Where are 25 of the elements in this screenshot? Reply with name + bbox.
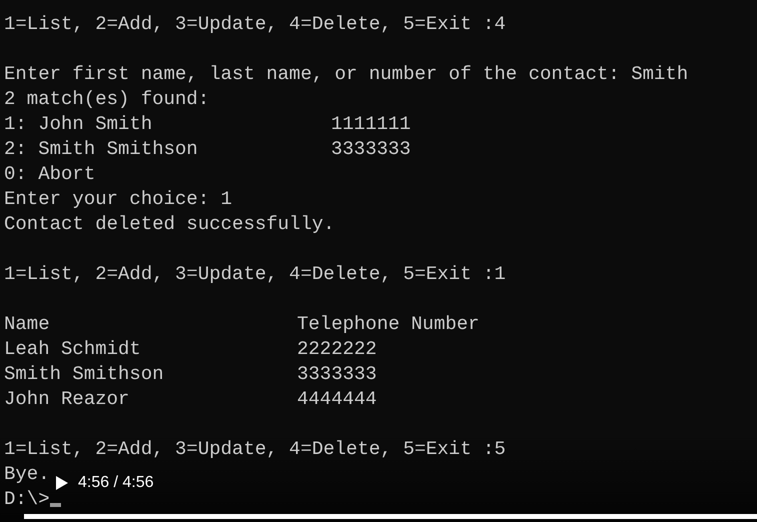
console-line: Enter your choice: 1: [4, 187, 232, 212]
console-line: Enter first name, last name, or number of the contact: Smith: [4, 62, 688, 87]
command-prompt: D:\>: [4, 487, 50, 512]
table-cell-text: Smith Smithson: [4, 362, 165, 387]
table-cell-text: John Reazor: [4, 387, 130, 412]
text-cursor: [50, 503, 61, 507]
table-cell: 2222222: [297, 337, 377, 362]
play-icon[interactable]: [56, 476, 68, 490]
console-line: 1=List, 2=Add, 3=Update, 4=Delete, 5=Exit :5: [4, 437, 506, 462]
console-line: 2 match(es) found:: [4, 87, 210, 112]
console-line: 1=List, 2=Add, 3=Update, 4=Delete, 5=Exit :1: [4, 262, 506, 287]
console-line: Contact deleted successfully.: [4, 212, 335, 237]
table-cell: 3333333: [297, 362, 377, 387]
table-cell-text: Leah Schmidt: [4, 337, 142, 362]
console-line: Bye.: [4, 462, 50, 487]
match-cell: 3333333: [331, 137, 411, 162]
table-cell-text: Name: [4, 312, 51, 337]
match-cell-text: 1: John Smith: [4, 112, 154, 137]
table-cell: Telephone Number: [297, 312, 480, 337]
console-line: 1=List, 2=Add, 3=Update, 4=Delete, 5=Exit :4: [4, 12, 506, 37]
table-cell: 4444444: [297, 387, 377, 412]
match-cell-text: 2: Smith Smithson: [4, 137, 199, 162]
match-cell: 1111111: [331, 112, 411, 137]
console-line: 0: Abort: [4, 162, 96, 187]
video-time: 4:56 / 4:56: [78, 473, 154, 493]
